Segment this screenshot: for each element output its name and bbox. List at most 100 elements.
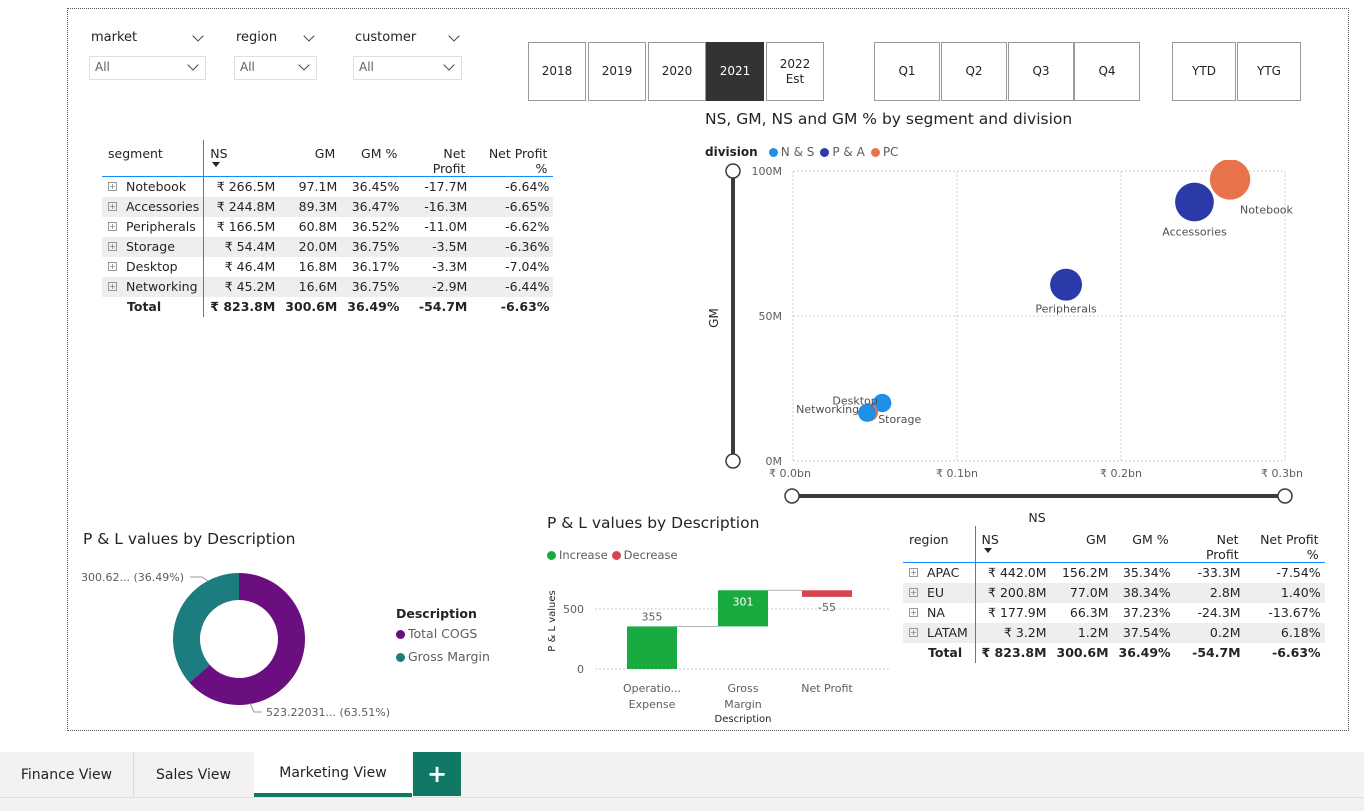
cell-value: ₹ 823.8M [981, 645, 1047, 660]
cell-value: Total [127, 299, 162, 314]
table-row[interactable]: + APAC ₹ 442.0M 156.2M 35.34% -33.3M -7.54% [903, 562, 1325, 583]
tile-ytd[interactable]: YTD [1172, 42, 1236, 101]
column-header-gm[interactable]: GM [1051, 526, 1113, 563]
column-header-label: Net Profit [432, 146, 466, 176]
expand-plus-icon[interactable]: + [909, 568, 918, 578]
expand-plus-icon[interactable]: + [108, 202, 117, 211]
donut-chart[interactable]: 300.62... (36.49%) 523.22031... (63.51%) [80, 560, 410, 725]
legend-item-n-s[interactable]: N & S [768, 145, 815, 159]
column-header-gm-[interactable]: GM % [341, 140, 403, 177]
leader-line [249, 702, 262, 713]
scatter-chart[interactable]: 100M50M0M₹ 0.0bn ₹ 0.1bn ₹ 0.2bn ₹ 0.3bnGMN… [700, 160, 1340, 530]
table-cell: -2.9M [403, 276, 472, 297]
legend-label: N & S [780, 145, 815, 159]
row-header: + LATAM [903, 622, 976, 643]
column-header-net-profit-[interactable]: Net Profit % [1245, 526, 1325, 563]
quarter-tile-q2[interactable]: Q2 [941, 42, 1007, 101]
year-tile-2021[interactable]: 2021 [706, 42, 764, 101]
column-header-gm[interactable]: GM [279, 140, 341, 177]
table-cell: -7.54% [1245, 563, 1325, 583]
table-row[interactable]: + LATAM ₹ 3.2M 1.2M 37.54% 0.2M 6.18% [903, 622, 1325, 643]
table-cell: -7.04% [471, 257, 553, 277]
y-axis-title: GM [707, 308, 721, 328]
expand-plus-icon[interactable]: + [108, 182, 117, 192]
legend-item-decrease[interactable]: Decrease [611, 548, 678, 562]
column-header-ns[interactable]: NS [975, 526, 1051, 563]
slicer-market-dropdown[interactable]: All [89, 56, 206, 80]
column-header-ns[interactable]: NS [204, 140, 280, 177]
table-cell: 20.0M [279, 236, 342, 257]
cell-value: 66.3M [1069, 605, 1109, 620]
total-cell: ₹ 823.8M [975, 643, 1051, 663]
tile-ytg[interactable]: YTG [1237, 42, 1301, 101]
tab-finance-view[interactable]: Finance View [0, 752, 133, 797]
quarter-tile-q1[interactable]: Q1 [874, 42, 940, 101]
table-row[interactable]: + Accessories ₹ 244.8M 89.3M 36.47% -16.3M -6.… [102, 196, 554, 217]
legend-item-gross-margin[interactable]: Gross Margin [396, 649, 490, 664]
cell-value: 36.52% [351, 219, 400, 234]
legend-item-increase[interactable]: Increase [547, 548, 608, 562]
expand-plus-icon[interactable]: + [909, 608, 918, 617]
column-header-label: NS [210, 146, 228, 161]
table-row[interactable]: + Storage ₹ 54.4M 20.0M 36.75% -3.5M -6.36% [102, 236, 554, 257]
table-cell: -11.0M [403, 217, 471, 237]
slicer-market-title: market [91, 30, 138, 45]
expand-plus-icon[interactable]: + [108, 262, 117, 271]
year-tile-2019[interactable]: 2019 [588, 42, 646, 101]
table-cell: 89.3M [279, 196, 342, 217]
slicer-region-dropdown[interactable]: All [234, 56, 317, 80]
cell-value: -6.65% [505, 199, 550, 214]
waterfall-chart[interactable]: 500 0 P & L values 355 301 -55 Operatio... Expe… [540, 565, 900, 730]
slicer-customer-dropdown[interactable]: All [353, 56, 462, 80]
table-cell: 35.34% [1113, 563, 1175, 583]
scatter-legend-title: division [705, 145, 758, 159]
expand-plus-icon[interactable]: + [108, 242, 117, 251]
total-cell: -54.7M [1175, 643, 1245, 663]
x-tick-label: ₹ 0.1bn [936, 467, 978, 480]
column-header-net-profit[interactable]: Net Profit [403, 140, 471, 177]
column-header-segment[interactable]: segment [102, 140, 205, 177]
column-header-net-profit[interactable]: Net Profit [1175, 526, 1245, 563]
legend-item-pc[interactable]: PC [870, 145, 898, 159]
table-cell: -6.36% [471, 236, 554, 257]
cell-value: 1.40% [1280, 585, 1321, 600]
donut-slice-gross-margin [173, 573, 239, 683]
sort-descending-icon[interactable] [983, 548, 992, 553]
column-header-label: Net Profit % [1260, 532, 1319, 562]
cell-value: -2.9M [432, 279, 468, 294]
cell-value: 36.75% [351, 239, 400, 254]
legend-item-total-cogs[interactable]: Total COGS [396, 626, 490, 641]
add-page-button[interactable]: + [413, 752, 461, 796]
table-row[interactable]: + NA ₹ 177.9M 66.3M 37.23% -24.3M -13.67% [903, 602, 1325, 623]
cell-value: 77.0M [1069, 585, 1109, 600]
year-tile-2020[interactable]: 2020 [648, 42, 706, 101]
table-row[interactable]: + Desktop ₹ 46.4M 16.8M 36.17% -3.3M -7.04% [102, 256, 553, 277]
expand-plus-icon[interactable]: + [108, 282, 117, 291]
chevron-down-icon [298, 59, 310, 71]
expand-plus-icon[interactable]: + [108, 222, 117, 231]
column-header-net-profit-[interactable]: Net Profit % [471, 140, 553, 177]
tab-sales-view[interactable]: Sales View [133, 752, 254, 797]
quarter-tile-q4[interactable]: Q4 [1074, 42, 1140, 101]
total-label: Total [903, 642, 976, 663]
y-tick-label: 0 [577, 663, 584, 676]
column-header-region[interactable]: region [903, 526, 976, 563]
tab-marketing-view[interactable]: Marketing View [254, 752, 412, 797]
table-row[interactable]: + Notebook ₹ 266.5M 97.1M 36.45% -17.7M -6.64% [102, 176, 553, 197]
expand-plus-icon[interactable]: + [909, 628, 918, 637]
slicer-customer-title: customer [355, 30, 417, 45]
cell-value: ₹ 166.5M [216, 219, 276, 234]
expand-plus-icon[interactable]: + [909, 588, 918, 597]
legend-item-p-a[interactable]: P & A [820, 145, 865, 159]
year-tile-2022[interactable]: 2022 Est [766, 42, 824, 101]
table-row[interactable]: + EU ₹ 200.8M 77.0M 38.34% 2.8M 1.40% [903, 582, 1325, 603]
quarter-tile-q3[interactable]: Q3 [1008, 42, 1074, 101]
year-tile-2018[interactable]: 2018 [528, 42, 586, 101]
table-row[interactable]: + Networking ₹ 45.2M 16.6M 36.75% -2.9M -6.44% [102, 276, 554, 297]
sort-descending-icon[interactable] [212, 162, 221, 167]
column-header-gm-[interactable]: GM % [1113, 526, 1175, 563]
chevron-down-icon [187, 59, 199, 71]
table-row[interactable]: + Peripherals ₹ 166.5M 60.8M 36.52% -11.0M -6.… [102, 216, 553, 237]
data-label-storage: Storage [878, 413, 921, 426]
scatter-legend: division N & S P & A PC [705, 141, 898, 160]
